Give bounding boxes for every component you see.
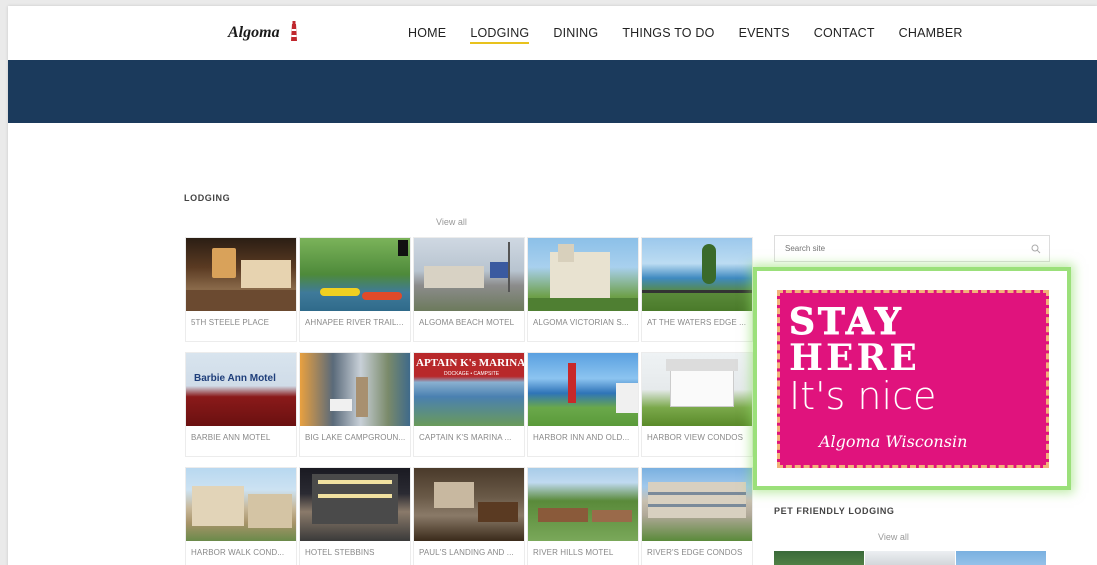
lodging-card[interactable]: HARBOR INN AND OLD... (527, 352, 639, 457)
lodging-name: 5TH STEELE PLACE (191, 318, 270, 327)
lodging-name: PAUL'S LANDING AND ... (419, 548, 514, 557)
search-box (774, 235, 1050, 262)
site-logo[interactable]: Algoma (228, 24, 280, 42)
main-menu: HOME LODGING DINING THINGS TO DO EVENTS … (408, 26, 987, 44)
nav-contact[interactable]: CONTACT (814, 26, 875, 44)
lodging-name: BIG LAKE CAMPGROUN... (305, 433, 406, 442)
lodging-name: ALGOMA BEACH MOTEL (419, 318, 515, 327)
lodging-name: RIVER'S EDGE CONDOS (647, 548, 743, 557)
nav-home[interactable]: HOME (408, 26, 446, 44)
lodging-view-all-link[interactable]: View all (436, 217, 467, 227)
captain-sign-text: APTAIN K's MARINA (416, 357, 524, 369)
lodging-card[interactable]: AHNAPEE RIVER TRAIL... (299, 237, 411, 342)
lodging-card[interactable]: 5TH STEELE PLACE (185, 237, 297, 342)
captain-sign-subtext: DOCKAGE • CAMPSITE (444, 371, 500, 377)
lodging-photo (414, 238, 524, 311)
lodging-card[interactable]: HOTEL STEBBINS (299, 467, 411, 565)
lodging-name: CAPTAIN K'S MARINA ... (419, 433, 512, 442)
lodging-photo (300, 353, 410, 426)
lodging-heading: LODGING (184, 193, 231, 203)
ad-line-its-nice: It's nice (789, 374, 937, 418)
ad-line-algoma-wisconsin: Algoma Wisconsin (819, 432, 968, 451)
lodging-photo (642, 353, 752, 426)
search-icon[interactable] (1031, 244, 1041, 254)
lodging-name: HARBOR WALK COND... (191, 548, 285, 557)
lodging-name: BARBIE ANN MOTEL (191, 433, 271, 442)
lodging-photo (528, 468, 638, 541)
top-navigation: Algoma HOME LODGING DINING THINGS TO DO … (8, 6, 1097, 60)
lodging-photo (528, 353, 638, 426)
lodging-card[interactable]: Barbie Ann Motel BARBIE ANN MOTEL (185, 352, 297, 457)
lodging-name: HOTEL STEBBINS (305, 548, 375, 557)
hero-banner (8, 60, 1097, 123)
lodging-card[interactable]: BIG LAKE CAMPGROUN... (299, 352, 411, 457)
stay-here-ad[interactable]: STAY HERE It's nice Algoma Wisconsin (777, 290, 1049, 468)
lodging-card[interactable]: RIVER HILLS MOTEL (527, 467, 639, 565)
lodging-photo (186, 238, 296, 311)
lodging-name: HARBOR INN AND OLD... (533, 433, 630, 442)
ad-line-stay: STAY (789, 301, 904, 343)
lodging-photo (300, 468, 410, 541)
lodging-card[interactable]: ALGOMA BEACH MOTEL (413, 237, 525, 342)
lodging-photo (414, 468, 524, 541)
lodging-card[interactable]: APTAIN K's MARINA DOCKAGE • CAMPSITE CAP… (413, 352, 525, 457)
lodging-name: RIVER HILLS MOTEL (533, 548, 614, 557)
pet-friendly-heading: PET FRIENDLY LODGING (774, 506, 895, 516)
lodging-card[interactable]: HARBOR VIEW CONDOS (641, 352, 753, 457)
pet-view-all-link[interactable]: View all (878, 532, 909, 542)
lodging-card[interactable]: RIVER'S EDGE CONDOS (641, 467, 753, 565)
nav-dining[interactable]: DINING (553, 26, 598, 44)
lodging-card[interactable]: ALGOMA VICTORIAN S... (527, 237, 639, 342)
barbie-sign-text: Barbie Ann Motel (194, 373, 276, 384)
lodging-photo (642, 238, 752, 311)
nav-events[interactable]: EVENTS (739, 26, 790, 44)
lodging-photo: APTAIN K's MARINA DOCKAGE • CAMPSITE (414, 353, 524, 426)
nav-chamber[interactable]: CHAMBER (899, 26, 963, 44)
page: Algoma HOME LODGING DINING THINGS TO DO … (8, 6, 1097, 565)
lodging-photo: Barbie Ann Motel (186, 353, 296, 426)
search-input[interactable] (775, 236, 1015, 261)
ad-line-here: HERE (789, 337, 920, 379)
lodging-card[interactable]: HARBOR WALK COND... (185, 467, 297, 565)
logo-text: Algoma (228, 24, 280, 41)
lodging-card[interactable]: PAUL'S LANDING AND ... (413, 467, 525, 565)
pet-lodging-photo[interactable] (774, 551, 864, 565)
lodging-photo (186, 468, 296, 541)
nav-lodging[interactable]: LODGING (470, 26, 530, 44)
lodging-name: AT THE WATERS EDGE ... (647, 318, 747, 327)
lodging-photo (300, 238, 410, 311)
pet-lodging-photo[interactable] (956, 551, 1046, 565)
pet-friendly-photos (774, 551, 1046, 565)
pet-lodging-photo[interactable] (865, 551, 955, 565)
lodging-name: HARBOR VIEW CONDOS (647, 433, 744, 442)
lodging-name: AHNAPEE RIVER TRAIL... (305, 318, 404, 327)
lodging-name: ALGOMA VICTORIAN S... (533, 318, 629, 327)
lighthouse-icon (291, 21, 297, 41)
lodging-card[interactable]: AT THE WATERS EDGE ... (641, 237, 753, 342)
lodging-photo (528, 238, 638, 311)
lodging-photo (642, 468, 752, 541)
nav-things-to-do[interactable]: THINGS TO DO (622, 26, 714, 44)
